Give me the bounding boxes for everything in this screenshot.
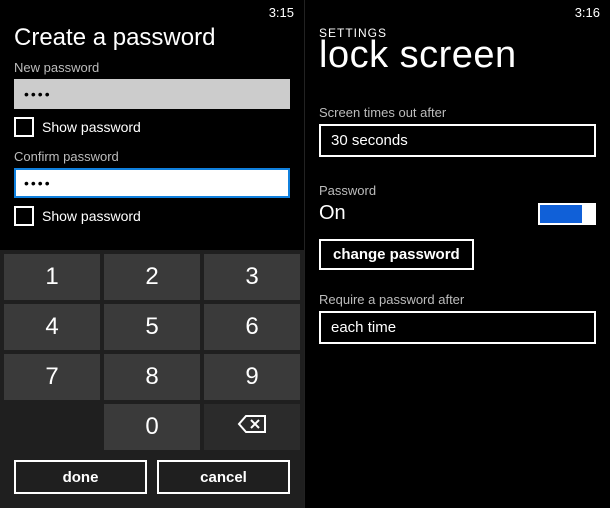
create-password-screen: 3:15 Create a password New password Show… — [0, 0, 305, 508]
key-2[interactable]: 2 — [104, 254, 200, 300]
password-toggle-label: Password — [319, 183, 596, 198]
key-5[interactable]: 5 — [104, 304, 200, 350]
backspace-icon — [237, 413, 267, 441]
timeout-label: Screen times out after — [319, 105, 596, 120]
clock: 3:16 — [575, 5, 600, 20]
content-area: SETTINGS lock screen Screen times out af… — [305, 26, 610, 344]
checkbox-icon[interactable] — [14, 206, 34, 226]
password-toggle-row: On — [319, 202, 596, 225]
key-7[interactable]: 7 — [4, 354, 100, 400]
key-1[interactable]: 1 — [4, 254, 100, 300]
lock-screen-settings: 3:16 SETTINGS lock screen Screen times o… — [305, 0, 610, 508]
show-password-1-label: Show password — [42, 119, 141, 135]
require-password-label: Require a password after — [319, 292, 596, 307]
show-password-1-row[interactable]: Show password — [14, 117, 290, 137]
cancel-button[interactable]: cancel — [157, 460, 290, 494]
password-toggle[interactable] — [538, 203, 596, 225]
password-toggle-state: On — [319, 202, 346, 225]
clock: 3:15 — [269, 5, 294, 20]
toggle-fill — [540, 205, 582, 223]
done-button[interactable]: done — [14, 460, 147, 494]
checkbox-icon[interactable] — [14, 117, 34, 137]
key-8[interactable]: 8 — [104, 354, 200, 400]
page-title: Create a password — [14, 24, 290, 52]
status-bar: 3:15 — [0, 0, 304, 22]
new-password-label: New password — [14, 60, 290, 75]
timeout-select[interactable]: 30 seconds — [319, 124, 596, 157]
key-0[interactable]: 0 — [104, 404, 200, 450]
key-3[interactable]: 3 — [204, 254, 300, 300]
status-bar: 3:16 — [305, 0, 610, 22]
key-6[interactable]: 6 — [204, 304, 300, 350]
toggle-knob — [582, 204, 594, 224]
new-password-input[interactable] — [14, 79, 290, 109]
require-password-select[interactable]: each time — [319, 311, 596, 344]
confirm-password-input[interactable] — [14, 168, 290, 198]
key-9[interactable]: 9 — [204, 354, 300, 400]
key-4[interactable]: 4 — [4, 304, 100, 350]
content-area: Create a password New password Show pass… — [0, 24, 304, 226]
confirm-password-label: Confirm password — [14, 149, 290, 164]
key-backspace[interactable] — [204, 404, 300, 450]
show-password-2-row[interactable]: Show password — [14, 206, 290, 226]
page-title: lock screen — [319, 34, 596, 77]
key-blank — [4, 404, 100, 450]
show-password-2-label: Show password — [42, 208, 141, 224]
numeric-keypad: 1 2 3 4 5 6 7 8 9 0 done cancel — [0, 250, 304, 508]
change-password-button[interactable]: change password — [319, 239, 474, 270]
